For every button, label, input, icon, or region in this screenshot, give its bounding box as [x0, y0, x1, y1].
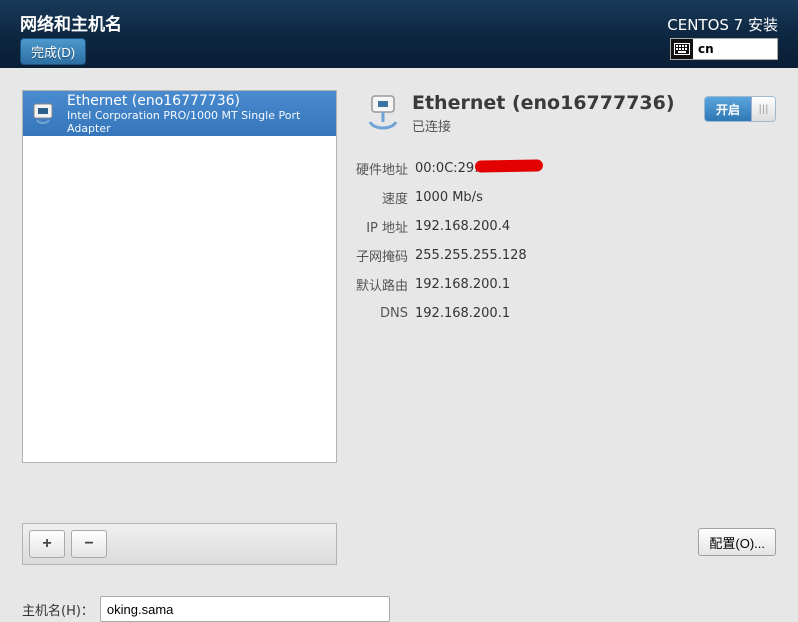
add-interface-button[interactable]: +	[29, 530, 65, 558]
hostname-label: 主机名(H)：	[22, 600, 94, 619]
network-interface-item[interactable]: Ethernet (eno16777736) Intel Corporation…	[23, 91, 336, 136]
ethernet-detail-icon	[362, 92, 404, 134]
row-dns: DNS 192.168.200.1	[356, 299, 539, 328]
network-interface-list: Ethernet (eno16777736) Intel Corporation…	[22, 90, 337, 463]
dns-label: DNS	[356, 306, 408, 321]
detail-status: 已连接	[412, 116, 451, 135]
toggle-on-label: 开启	[705, 97, 751, 121]
redacted-mac	[479, 162, 539, 172]
ip-value: 192.168.200.4	[408, 219, 510, 234]
hwaddr-value: 00:0C:29:	[408, 161, 539, 176]
hwaddr-label: 硬件地址	[356, 159, 408, 178]
interface-subtitle: Intel Corporation PRO/1000 MT Single Por…	[67, 109, 328, 135]
input-method-label: cn	[693, 42, 714, 56]
page-title: 网络和主机名	[20, 10, 122, 35]
content: Ethernet (eno16777736) Intel Corporation…	[0, 68, 798, 598]
configure-button[interactable]: 配置(O)...	[698, 528, 776, 556]
detail-interface-title: Ethernet (eno16777736)	[412, 92, 675, 114]
hostname-input[interactable]	[100, 596, 390, 622]
speed-label: 速度	[356, 188, 408, 207]
done-button[interactable]: 完成(D)	[20, 38, 86, 65]
row-hwaddr: 硬件地址 00:0C:29:	[356, 154, 539, 183]
ethernet-icon	[31, 100, 59, 128]
detail-table: 硬件地址 00:0C:29: 速度 1000 Mb/s IP 地址 192.16…	[356, 154, 539, 328]
keyboard-icon	[671, 39, 693, 59]
speed-value: 1000 Mb/s	[408, 190, 483, 205]
toggle-knob: |||	[751, 97, 775, 121]
row-gateway: 默认路由 192.168.200.1	[356, 270, 539, 299]
remove-interface-button[interactable]: −	[71, 530, 107, 558]
dns-value: 192.168.200.1	[408, 306, 510, 321]
row-ip: IP 地址 192.168.200.4	[356, 212, 539, 241]
row-netmask: 子网掩码 255.255.255.128	[356, 241, 539, 270]
gateway-label: 默认路由	[356, 275, 408, 294]
input-method-indicator[interactable]: cn	[670, 38, 778, 60]
gateway-value: 192.168.200.1	[408, 277, 510, 292]
list-toolbar: + −	[22, 523, 337, 565]
netmask-value: 255.255.255.128	[408, 248, 527, 263]
installer-title: CENTOS 7 安装	[667, 14, 778, 35]
interface-name: Ethernet (eno16777736)	[67, 93, 328, 109]
header: 网络和主机名 完成(D) CENTOS 7 安装 cn	[0, 0, 798, 68]
interface-toggle[interactable]: 开启 |||	[704, 96, 776, 122]
hostname-row: 主机名(H)：	[22, 596, 390, 622]
netmask-label: 子网掩码	[356, 246, 408, 265]
ip-label: IP 地址	[356, 217, 408, 236]
row-speed: 速度 1000 Mb/s	[356, 183, 539, 212]
